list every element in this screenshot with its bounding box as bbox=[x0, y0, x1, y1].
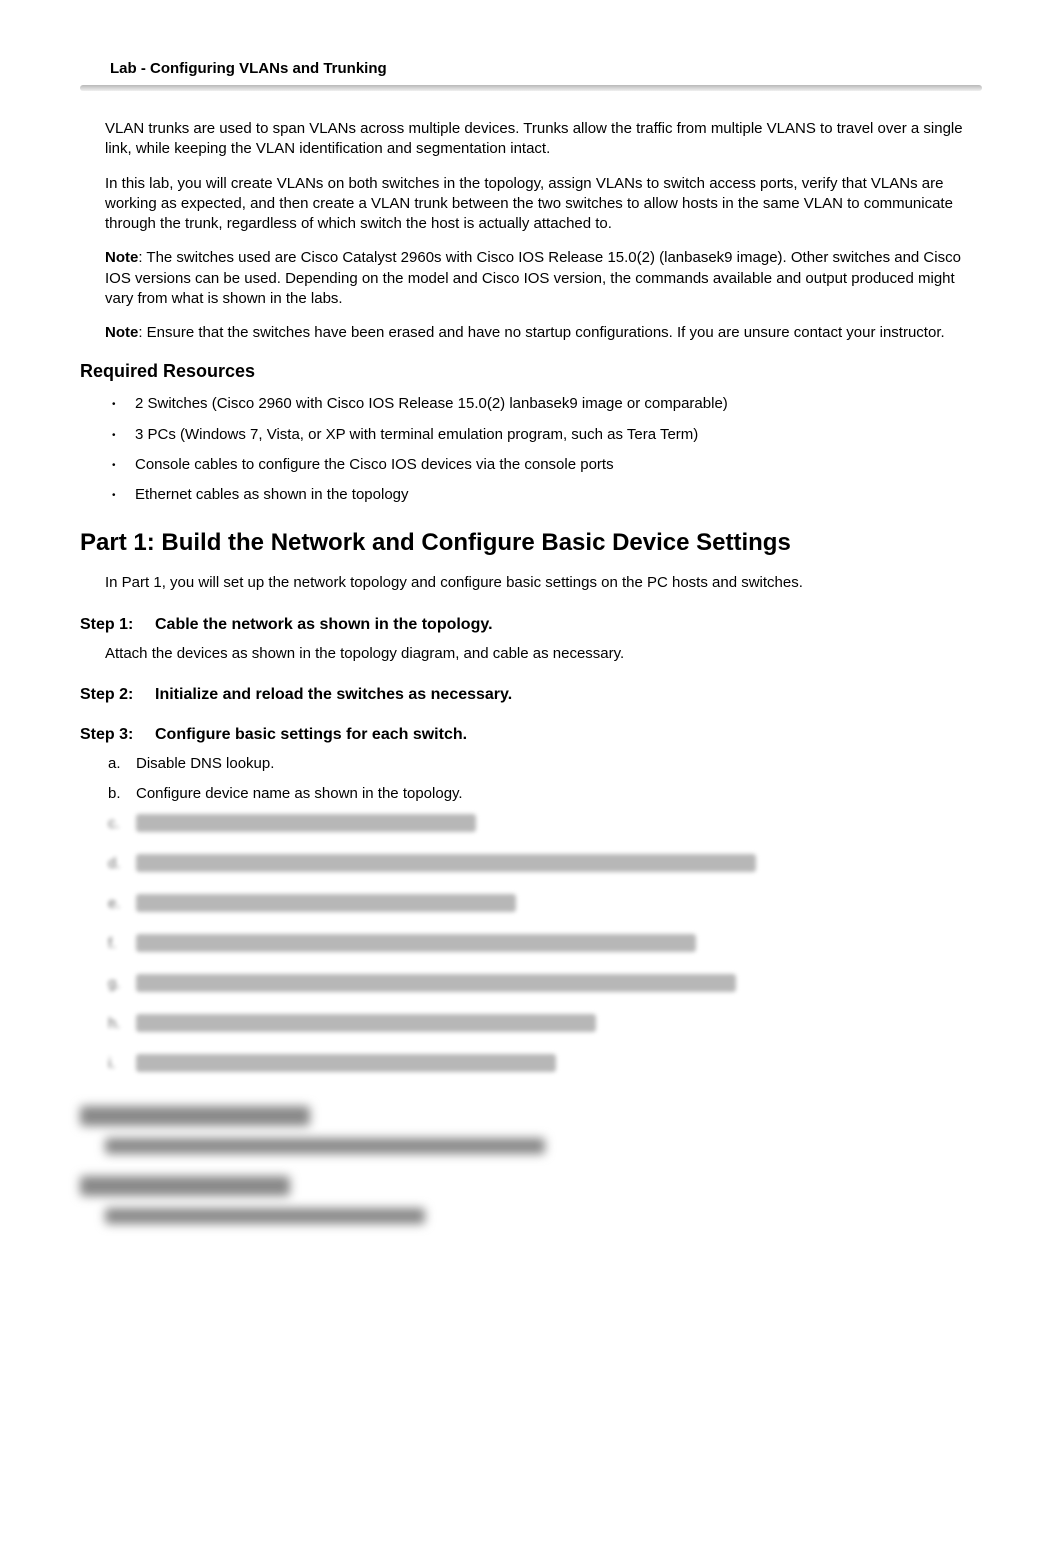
lab-header-title: Lab - Configuring VLANs and Trunking bbox=[110, 60, 982, 77]
part-1-intro: In Part 1, you will set up the network t… bbox=[105, 573, 982, 593]
blurred-item-c: c. bbox=[108, 814, 982, 844]
step-3-item-a-text: Disable DNS lookup. bbox=[136, 755, 274, 772]
step-1-title: Cable the network as shown in the topolo… bbox=[155, 616, 493, 633]
note-text-2: : Ensure that the switches have been era… bbox=[138, 324, 944, 341]
step-2-label: Step 2: bbox=[80, 686, 155, 704]
step-3-list: a.Disable DNS lookup. b.Configure device… bbox=[108, 754, 982, 1085]
resource-item-4: Ethernet cables as shown in the topology bbox=[110, 485, 982, 505]
blurred-item-e: e. bbox=[108, 894, 982, 924]
blurred-step-5 bbox=[80, 1176, 982, 1224]
header-divider bbox=[80, 85, 982, 91]
step-3-item-a: a.Disable DNS lookup. bbox=[108, 754, 982, 774]
note-label-2: Note bbox=[105, 324, 138, 341]
resource-item-3: Console cables to configure the Cisco IO… bbox=[110, 455, 982, 475]
step-3-heading: Step 3:Configure basic settings for each… bbox=[80, 726, 982, 744]
part-1-heading: Part 1: Build the Network and Configure … bbox=[80, 529, 982, 557]
step-1-heading: Step 1:Cable the network as shown in the… bbox=[80, 616, 982, 634]
note-2: Note: Ensure that the switches have been… bbox=[105, 323, 982, 343]
note-text-1: : The switches used are Cisco Catalyst 2… bbox=[105, 249, 961, 307]
blurred-item-i: i. bbox=[108, 1054, 982, 1084]
step-3-label: Step 3: bbox=[80, 726, 155, 744]
intro-paragraph-2: In this lab, you will create VLANs on bo… bbox=[105, 174, 982, 235]
step-2-heading: Step 2:Initialize and reload the switche… bbox=[80, 686, 982, 704]
required-resources-heading: Required Resources bbox=[80, 361, 982, 382]
blurred-step-4 bbox=[80, 1106, 982, 1154]
intro-paragraph-1: VLAN trunks are used to span VLANs acros… bbox=[105, 119, 982, 160]
note-1: Note: The switches used are Cisco Cataly… bbox=[105, 248, 982, 309]
step-1-text: Attach the devices as shown in the topol… bbox=[105, 644, 982, 664]
blurred-item-h: h. bbox=[108, 1014, 982, 1044]
blurred-item-d: d. bbox=[108, 854, 982, 884]
resource-item-2: 3 PCs (Windows 7, Vista, or XP with term… bbox=[110, 425, 982, 445]
step-1-label: Step 1: bbox=[80, 616, 155, 634]
blurred-item-f: f. bbox=[108, 934, 982, 964]
step-3-item-b: b.Configure device name as shown in the … bbox=[108, 784, 982, 804]
blurred-item-g: g. bbox=[108, 974, 982, 1004]
step-3-item-b-text: Configure device name as shown in the to… bbox=[136, 785, 463, 802]
step-2-title: Initialize and reload the switches as ne… bbox=[155, 686, 512, 703]
resource-item-1: 2 Switches (Cisco 2960 with Cisco IOS Re… bbox=[110, 394, 982, 414]
step-3-title: Configure basic settings for each switch… bbox=[155, 726, 467, 743]
required-resources-list: 2 Switches (Cisco 2960 with Cisco IOS Re… bbox=[110, 394, 982, 505]
note-label-1: Note bbox=[105, 249, 138, 266]
